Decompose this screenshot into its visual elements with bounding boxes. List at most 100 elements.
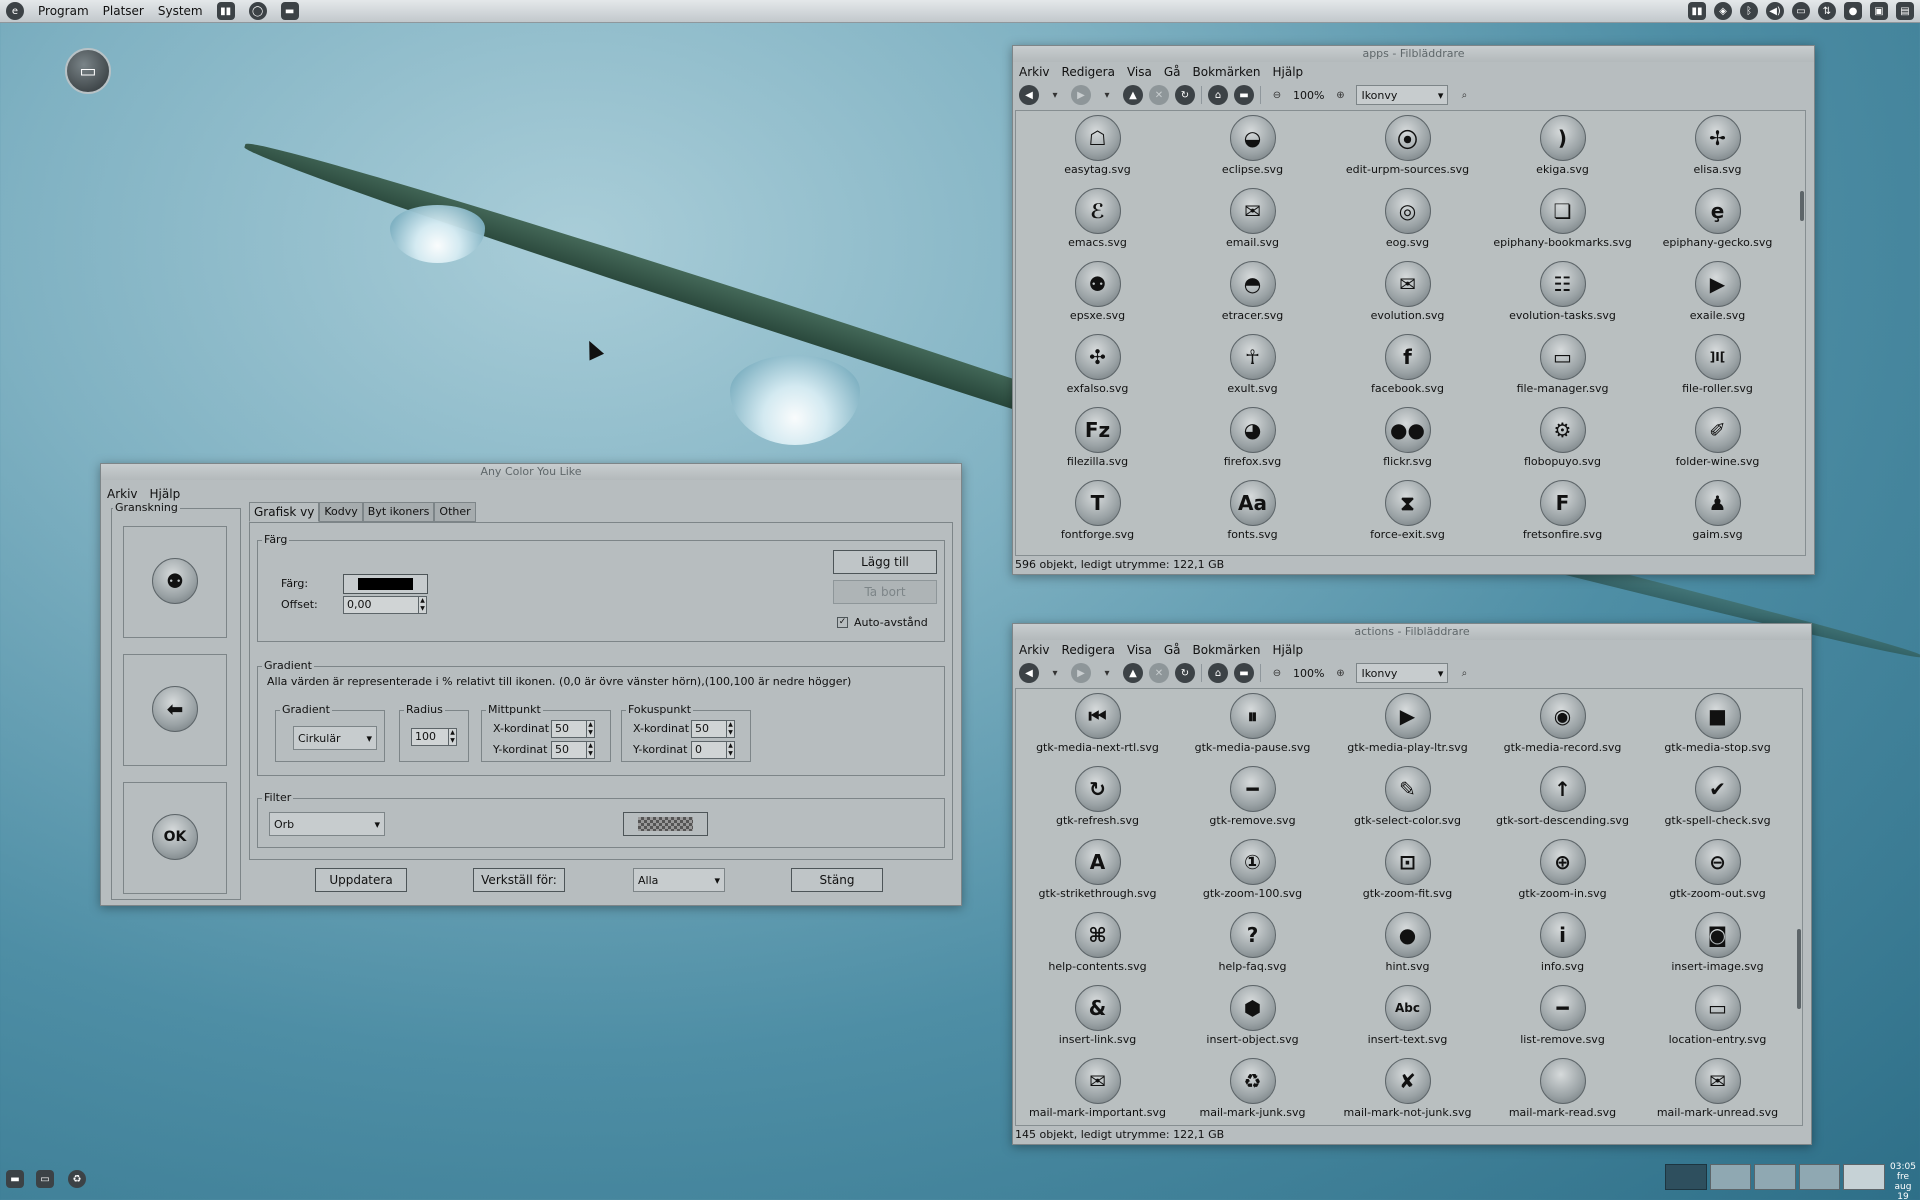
workspace-3[interactable] xyxy=(1754,1164,1796,1190)
filter-select[interactable]: Orb ▾ xyxy=(269,812,385,836)
file-item[interactable]: ✉ evolution.svg xyxy=(1330,261,1485,330)
remove-button[interactable]: Ta bort xyxy=(833,580,937,604)
panel-menu-system[interactable]: System xyxy=(158,4,203,18)
zoom-out-icon[interactable]: ⊖ xyxy=(1267,663,1287,683)
window-title[interactable]: apps - Filbläddrare xyxy=(1013,46,1814,62)
file-item[interactable]: ✔ gtk-spell-check.svg xyxy=(1640,766,1795,835)
file-item[interactable]: ⊕ gtk-zoom-in.svg xyxy=(1485,839,1640,908)
tab-other[interactable]: Other xyxy=(434,502,476,522)
file-item[interactable]: ☥ exult.svg xyxy=(1175,334,1330,403)
workspace-5[interactable] xyxy=(1843,1164,1885,1190)
spin-arrows-icon[interactable]: ▲ ▼ xyxy=(418,597,426,613)
file-item[interactable]: ☖ easytag.svg xyxy=(1020,115,1175,184)
menu-bokmarken[interactable]: Bokmärken xyxy=(1193,65,1261,79)
file-item[interactable]: ↑ gtk-sort-descending.svg xyxy=(1485,766,1640,835)
filter-preview-swatch[interactable] xyxy=(623,812,708,836)
panel-menu-program[interactable]: Program xyxy=(38,4,89,18)
workspace-2[interactable] xyxy=(1709,1164,1752,1190)
file-item[interactable]: ▭ file-manager.svg xyxy=(1485,334,1640,403)
file-item[interactable]: ✘ mail-mark-not-junk.svg xyxy=(1330,1058,1485,1125)
home-icon[interactable]: ⌂ xyxy=(1208,663,1228,683)
clock[interactable]: 03:05 fre aug 19 xyxy=(1888,1162,1918,1200)
file-item[interactable]: ① gtk-zoom-100.svg xyxy=(1175,839,1330,908)
spin-arrows-icon[interactable]: ▲ ▼ xyxy=(726,721,734,737)
zoom-in-icon[interactable]: ⊕ xyxy=(1330,85,1350,105)
file-item[interactable]: ℰemacs.svg xyxy=(1020,188,1175,257)
history-dropdown-icon[interactable]: ▾ xyxy=(1097,663,1117,683)
battery-tray-icon[interactable]: ▭ xyxy=(1792,2,1810,20)
file-item[interactable]: ↻ gtk-refresh.svg xyxy=(1020,766,1175,835)
apply-target-select[interactable]: Alla ▾ xyxy=(633,868,725,892)
file-item[interactable]: ▶ exaile.svg xyxy=(1640,261,1795,330)
bluetooth-tray-icon[interactable]: ᛒ xyxy=(1740,2,1758,20)
launcher-icon[interactable]: ▮▮ xyxy=(216,2,235,20)
file-item[interactable]: ✉ mail-mark-unread.svg xyxy=(1640,1058,1795,1125)
spin-arrows-icon[interactable]: ▲ ▼ xyxy=(448,729,456,745)
desktop-folder-icon[interactable]: ▭ xyxy=(65,48,111,94)
scrollbar[interactable] xyxy=(1800,191,1804,221)
file-item[interactable]: i info.svg xyxy=(1485,912,1640,981)
file-item[interactable]: ■ gtk-media-stop.svg xyxy=(1640,693,1795,762)
file-item[interactable]: ❏ epiphany-bookmarks.svg xyxy=(1485,188,1640,257)
workspace-4[interactable] xyxy=(1798,1164,1841,1190)
file-item[interactable]: ◎ eog.svg xyxy=(1330,188,1485,257)
file-item[interactable]: ◒ eclipse.svg xyxy=(1175,115,1330,184)
file-item[interactable]: ✉ email.svg xyxy=(1175,188,1330,257)
file-item[interactable]: ? help-faq.svg xyxy=(1175,912,1330,981)
file-item[interactable]: Agtk-strikethrough.svg xyxy=(1020,839,1175,908)
menu-visa[interactable]: Visa xyxy=(1127,643,1152,657)
menu-arkiv[interactable]: Arkiv xyxy=(1019,65,1050,79)
focus-x-input[interactable]: 50 ▲ ▼ xyxy=(691,720,735,738)
file-item[interactable]: ⬢ insert-object.svg xyxy=(1175,985,1330,1054)
taskbar-window-icon[interactable]: ▭ xyxy=(36,1170,54,1188)
color-swatch-button[interactable] xyxy=(343,574,428,594)
file-item[interactable]: ⊖ gtk-zoom-out.svg xyxy=(1640,839,1795,908)
menu-ga[interactable]: Gå xyxy=(1164,65,1181,79)
menu-visa[interactable]: Visa xyxy=(1127,65,1152,79)
file-item[interactable]: ━ gtk-remove.svg xyxy=(1175,766,1330,835)
file-item[interactable]: Ffretsonfire.svg xyxy=(1485,480,1640,549)
file-item[interactable]: ◕ firefox.svg xyxy=(1175,407,1330,476)
file-item[interactable]: ♟ gaim.svg xyxy=(1640,480,1795,549)
file-item[interactable]: & insert-link.svg xyxy=(1020,985,1175,1054)
trash-icon[interactable]: ♻ xyxy=(68,1170,86,1188)
file-item[interactable]: ✉ mail-mark-important.svg xyxy=(1020,1058,1175,1125)
workspace-switcher[interactable] xyxy=(1665,1164,1885,1190)
window-list-tray-icon[interactable]: ▤ xyxy=(1896,2,1914,20)
window-title[interactable]: actions - Filbläddrare xyxy=(1013,624,1811,640)
focus-y-input[interactable]: 0 ▲ ▼ xyxy=(691,741,735,759)
close-button[interactable]: Stäng xyxy=(791,868,883,892)
file-item[interactable]: ● hint.svg xyxy=(1330,912,1485,981)
workspace-1[interactable] xyxy=(1665,1164,1707,1190)
file-item[interactable]: ⌘ help-contents.svg xyxy=(1020,912,1175,981)
forward-icon[interactable]: ▶ xyxy=(1071,663,1091,683)
volume-tray-icon[interactable]: ◀) xyxy=(1766,2,1784,20)
up-icon[interactable]: ▲ xyxy=(1123,663,1143,683)
file-item[interactable]: ◉ gtk-media-record.svg xyxy=(1485,693,1640,762)
weather-tray-icon[interactable]: ● xyxy=(1844,2,1862,20)
zoom-out-icon[interactable]: ⊖ xyxy=(1267,85,1287,105)
mid-y-input[interactable]: 50 ▲ ▼ xyxy=(551,741,595,759)
pause-tray-icon[interactable]: ▮▮ xyxy=(1688,2,1706,20)
file-item[interactable]: ♻ mail-mark-junk.svg xyxy=(1175,1058,1330,1125)
file-item[interactable]: Fz filezilla.svg xyxy=(1020,407,1175,476)
view-mode-select[interactable]: Ikonvy ▾ xyxy=(1356,85,1449,105)
file-item[interactable]: Abc insert-text.svg xyxy=(1330,985,1485,1054)
computer-icon[interactable]: ▬ xyxy=(1234,85,1254,105)
file-item[interactable]: ⊡ gtk-zoom-fit.svg xyxy=(1330,839,1485,908)
file-item[interactable]: ◓ etracer.svg xyxy=(1175,261,1330,330)
menu-bokmarken[interactable]: Bokmärken xyxy=(1193,643,1261,657)
workspace-tray-icon[interactable]: ▣ xyxy=(1870,2,1888,20)
file-item[interactable]: ⏮ gtk-media-next-rtl.svg xyxy=(1020,693,1175,762)
radius-input[interactable]: 100 ▲ ▼ xyxy=(411,728,457,746)
panel-menu-platser[interactable]: Platser xyxy=(103,4,144,18)
icon-view[interactable]: ⏮ gtk-media-next-rtl.svg ⏸ gtk-media-pause.… xyxy=(1015,688,1803,1126)
menu-hjalp[interactable]: Hjälp xyxy=(150,487,181,501)
reload-icon[interactable]: ↻ xyxy=(1175,663,1195,683)
file-item[interactable]: ]I[file-roller.svg xyxy=(1640,334,1795,403)
apply-button[interactable]: Verkställ för: xyxy=(473,868,565,892)
file-item[interactable]: ●● flickr.svg xyxy=(1330,407,1485,476)
offset-input[interactable]: 0,00 ▲ ▼ xyxy=(343,596,427,614)
add-button[interactable]: Lägg till xyxy=(833,550,937,574)
file-item[interactable]: ✐ folder-wine.svg xyxy=(1640,407,1795,476)
